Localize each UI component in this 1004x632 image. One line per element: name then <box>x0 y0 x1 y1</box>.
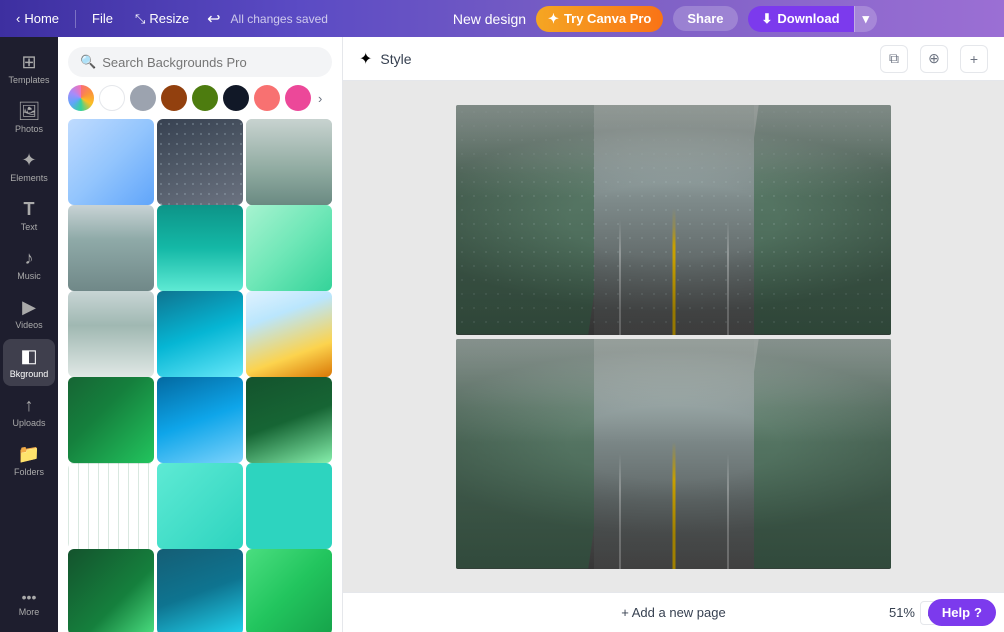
style-bar: ✦ Style ⧉ ⊕ + <box>343 37 1004 81</box>
bkground-icon: ◧ <box>20 346 37 367</box>
text-icon: T <box>24 199 35 220</box>
more-swatches-button[interactable]: › <box>318 91 322 106</box>
sidebar-item-folders[interactable]: 📁 Folders <box>3 437 55 484</box>
bg-thumbnail[interactable] <box>68 377 154 463</box>
question-mark-icon: ? <box>974 605 982 620</box>
backgrounds-panel: 🔍 › <box>58 37 343 632</box>
search-input[interactable] <box>102 55 320 70</box>
swatch-black[interactable] <box>223 85 249 111</box>
bg-thumbnail[interactable] <box>157 463 243 549</box>
pro-star-icon: ✦ <box>548 11 559 27</box>
help-button[interactable]: Help ? <box>928 599 996 626</box>
sidebar-item-music[interactable]: ♪ Music <box>3 241 55 288</box>
canvas-page-2[interactable] <box>456 339 891 569</box>
bg-thumbnail[interactable] <box>246 291 332 377</box>
autosave-status: All changes saved <box>231 12 328 26</box>
add-element-button[interactable]: + <box>960 45 988 73</box>
download-chevron-button[interactable]: ▾ <box>854 6 878 32</box>
divider-1 <box>75 10 76 28</box>
page-view-button[interactable]: ⧉ <box>880 45 908 73</box>
canvas-scroll[interactable] <box>343 81 1004 592</box>
bg-thumbnail[interactable] <box>157 549 243 632</box>
sidebar-item-videos[interactable]: ▶ Videos <box>3 290 55 337</box>
swatch-brown[interactable] <box>161 85 187 111</box>
bg-thumbnail[interactable] <box>157 291 243 377</box>
folders-icon: 📁 <box>18 444 40 465</box>
file-button[interactable]: File <box>84 7 121 30</box>
swatch-pink[interactable] <box>285 85 311 111</box>
style-label: Style <box>380 51 411 67</box>
swatch-white[interactable] <box>99 85 125 111</box>
more-icon: ••• <box>22 589 37 605</box>
copy-page-button[interactable]: ⊕ <box>920 45 948 73</box>
design-title: New design <box>453 11 526 27</box>
try-pro-button[interactable]: ✦ Try Canva Pro <box>536 6 663 32</box>
undo-button[interactable]: ↩ <box>203 5 224 33</box>
sidebar-item-photos[interactable]: 🖼 Photos <box>3 94 55 141</box>
topbar-center: New design ✦ Try Canva Pro Share ⬇ Downl… <box>334 6 996 32</box>
uploads-icon: ↑ <box>25 395 34 416</box>
bg-thumbnail[interactable] <box>246 205 332 291</box>
bg-thumbnail[interactable] <box>68 549 154 632</box>
canvas-area: ✦ Style ⧉ ⊕ + <box>343 37 1004 632</box>
bg-thumbnail[interactable] <box>246 549 332 632</box>
search-bar: 🔍 <box>58 37 342 85</box>
canvas-pages <box>456 105 891 569</box>
road-image-2 <box>456 339 891 569</box>
bg-thumbnail[interactable] <box>68 119 154 205</box>
style-star-icon: ✦ <box>359 49 372 69</box>
add-page-button[interactable]: + Add a new page <box>605 601 741 624</box>
sidebar-item-text[interactable]: T Text <box>3 192 55 239</box>
undo-icon: ↩ <box>207 11 220 28</box>
color-swatches: › <box>58 85 342 119</box>
canvas-page-1[interactable] <box>456 105 891 335</box>
bg-thumbnail[interactable] <box>157 205 243 291</box>
bg-thumbnail[interactable] <box>246 119 332 205</box>
chevron-left-icon: ‹ <box>16 11 20 26</box>
templates-icon: ⊞ <box>21 52 36 73</box>
download-icon: ⬇ <box>762 11 773 27</box>
sidebar-item-elements[interactable]: ✦ Elements <box>3 143 55 190</box>
sidebar-item-uploads[interactable]: ↑ Uploads <box>3 388 55 435</box>
search-icon: 🔍 <box>80 54 96 70</box>
backgrounds-grid <box>58 119 342 632</box>
download-button[interactable]: ⬇ Download <box>748 6 854 32</box>
resize-icon: ⤡ <box>135 11 145 27</box>
icon-nav: ⊞ Templates 🖼 Photos ✦ Elements T Text ♪… <box>0 37 58 632</box>
bg-thumbnail[interactable] <box>157 119 243 205</box>
sidebar-item-more[interactable]: ••• More <box>3 582 55 624</box>
home-button[interactable]: ‹ Home <box>8 7 67 30</box>
road-image-1 <box>456 105 891 335</box>
bg-thumbnail[interactable] <box>246 463 332 549</box>
bg-thumbnail[interactable] <box>246 377 332 463</box>
elements-icon: ✦ <box>21 150 36 171</box>
search-input-wrap: 🔍 <box>68 47 332 77</box>
bottom-bar: + Add a new page 51% ⤢ Help ? <box>343 592 1004 632</box>
sidebar-item-bkground[interactable]: ◧ Bkground <box>3 339 55 386</box>
bg-thumbnail[interactable] <box>68 463 154 549</box>
main-layout: ⊞ Templates 🖼 Photos ✦ Elements T Text ♪… <box>0 37 1004 632</box>
swatch-multicolor[interactable] <box>68 85 94 111</box>
bg-thumbnail[interactable] <box>68 291 154 377</box>
swatch-gray[interactable] <box>130 85 156 111</box>
swatch-olive[interactable] <box>192 85 218 111</box>
sidebar-item-templates[interactable]: ⊞ Templates <box>3 45 55 92</box>
bg-thumbnail[interactable] <box>157 377 243 463</box>
photos-icon: 🖼 <box>18 101 41 122</box>
zoom-level: 51% <box>889 605 915 620</box>
swatch-red[interactable] <box>254 85 280 111</box>
music-icon: ♪ <box>25 248 34 269</box>
videos-icon: ▶ <box>22 297 36 318</box>
resize-button[interactable]: ⤡ Resize <box>127 7 197 31</box>
bg-thumbnail[interactable] <box>68 205 154 291</box>
share-button[interactable]: Share <box>673 6 737 31</box>
topbar: ‹ Home File ⤡ Resize ↩ All changes saved… <box>0 0 1004 37</box>
